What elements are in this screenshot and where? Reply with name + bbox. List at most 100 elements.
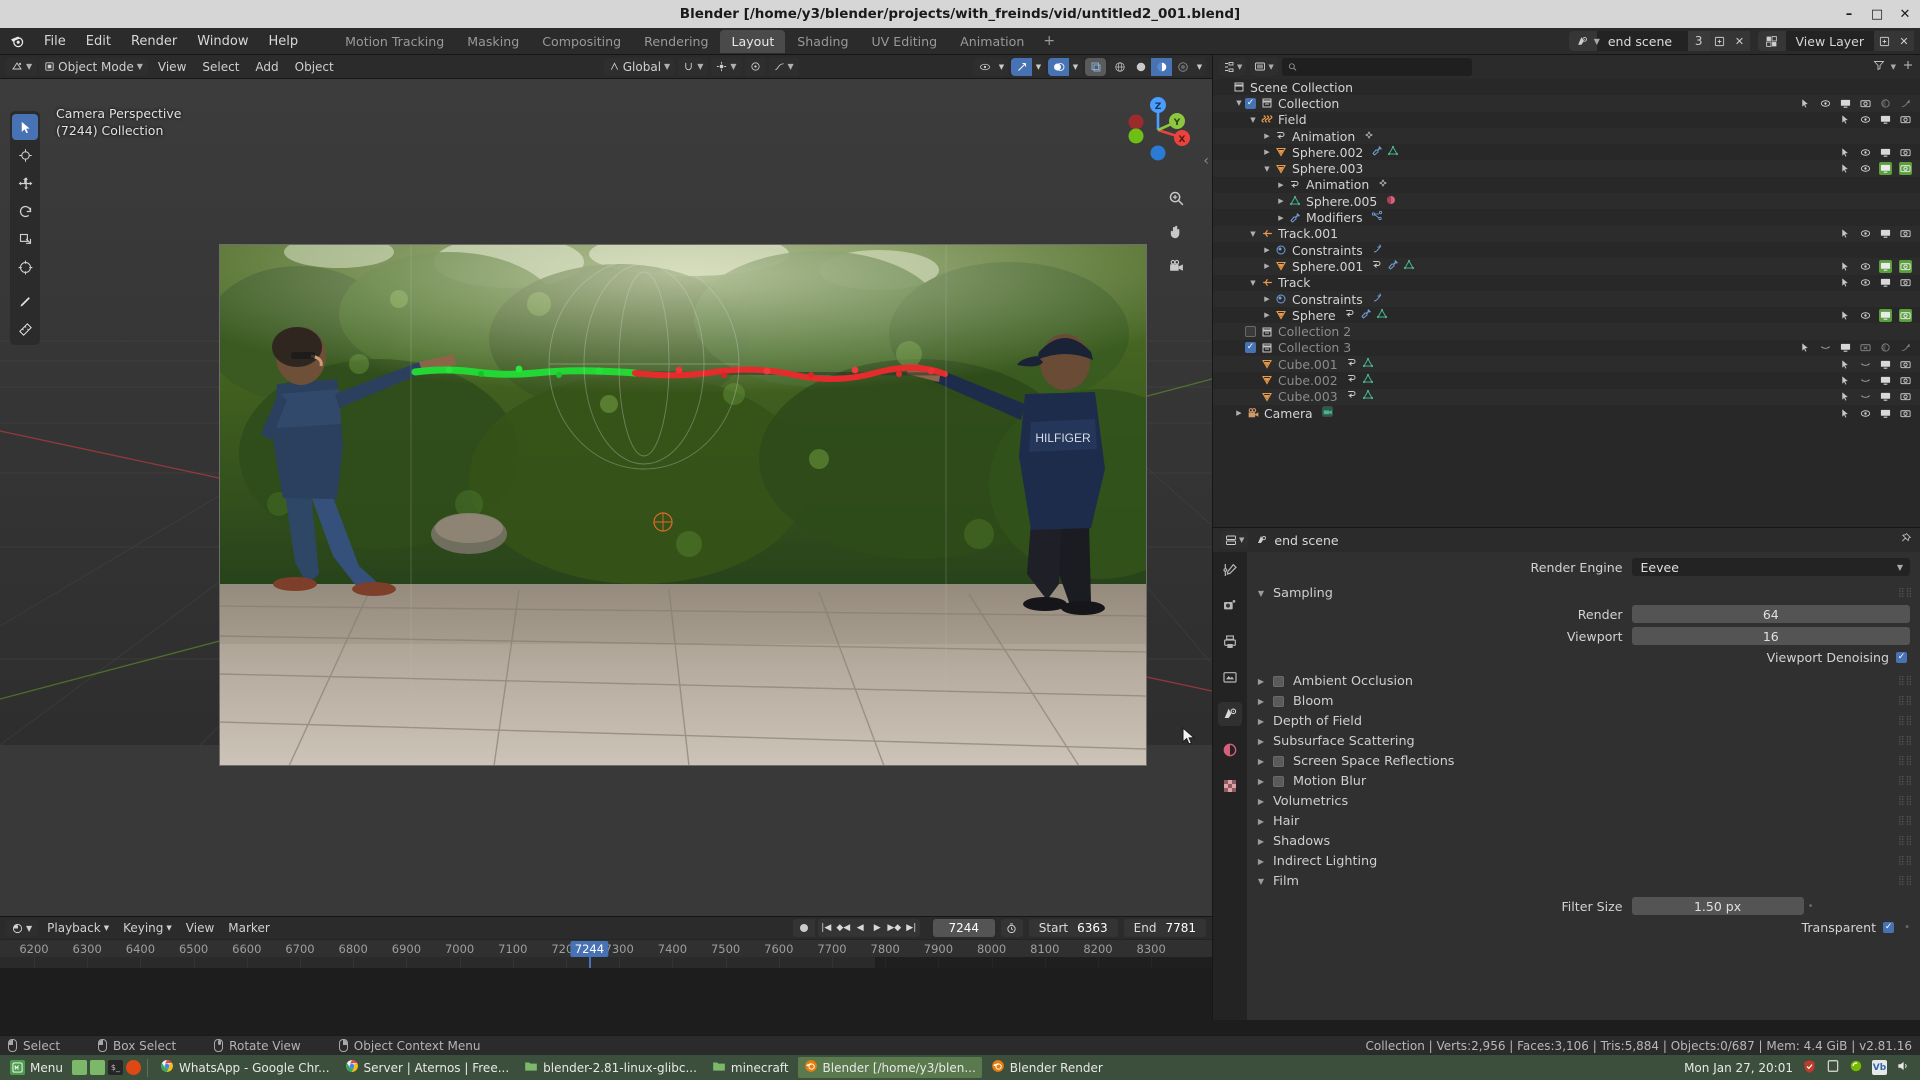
camera-data-icon[interactable] (1321, 405, 1334, 421)
timeline-ruler[interactable]: 6200 6300 6400 6500 6600 6700 6800 6900 7000 7100… (0, 939, 1212, 957)
delete-scene-button[interactable]: ✕ (1729, 31, 1750, 51)
volume-icon[interactable] (1896, 1059, 1910, 1076)
disclosure-triangle-icon[interactable]: ▼ (1247, 279, 1259, 287)
restrict-screen-icon[interactable] (1879, 374, 1892, 387)
disclosure-triangle-icon[interactable]: ▼ (1247, 230, 1259, 238)
maximize-button[interactable]: □ (1870, 7, 1884, 22)
panel-motion-blur[interactable]: ▶ Motion Blur ⣿⣿ (1247, 771, 1920, 791)
outliner-row[interactable]: ▶ Sphere.002 (1213, 144, 1920, 160)
outliner-row[interactable]: ▼ Sphere.003 (1213, 160, 1920, 177)
restrict-camera-icon[interactable] (1899, 113, 1912, 126)
restrict-screen-icon[interactable] (1879, 113, 1892, 126)
workspace-tab-motion-tracking[interactable]: Motion Tracking (334, 30, 455, 53)
mesh-data-icon[interactable] (1362, 373, 1374, 388)
wireframe-shading-icon[interactable] (1109, 58, 1130, 76)
clock-label[interactable]: Mon Jan 27, 20:01 (1684, 1061, 1793, 1075)
animation-icon[interactable] (1346, 357, 1358, 372)
cursor-tool[interactable] (12, 142, 38, 168)
restrict-camera-icon[interactable] (1899, 407, 1912, 420)
restrict-cursor-icon[interactable] (1839, 146, 1852, 159)
modifier-icon[interactable] (1360, 308, 1372, 323)
transform-tool[interactable] (12, 254, 38, 280)
prev-keyframe-button[interactable]: ◆◀ (835, 919, 852, 937)
files2-icon[interactable] (89, 1060, 105, 1075)
rotate-tool[interactable] (12, 198, 38, 224)
restrict-eye-icon[interactable] (1859, 407, 1872, 420)
restrict-camera-green-icon[interactable] (1899, 162, 1912, 176)
action-icon[interactable] (1377, 177, 1389, 192)
outliner-item-label[interactable]: Cube.001 (1278, 357, 1338, 372)
restrict-screen-green-icon[interactable] (1879, 162, 1892, 176)
outliner-item-label[interactable]: Sphere.003 (1292, 161, 1363, 176)
viewport-canvas[interactable]: HILFIGER Camera Perspective (7244) Colle… (0, 79, 1212, 968)
new-view-layer-button[interactable] (1874, 31, 1894, 51)
taskbar-window[interactable]: minecraft (706, 1057, 795, 1078)
restrict-holdout-off-icon[interactable] (1879, 341, 1892, 354)
render-tab[interactable] (1218, 594, 1242, 618)
restrict-cursor-icon[interactable] (1839, 358, 1852, 371)
pin-icon[interactable] (1899, 532, 1912, 549)
disclosure-triangle-icon[interactable]: ▶ (1255, 817, 1267, 826)
select-box-tool[interactable] (12, 114, 38, 140)
restrict-camera-icon[interactable] (1899, 374, 1912, 387)
disclosure-triangle-icon[interactable]: ▶ (1255, 737, 1267, 746)
workspace-tab-rendering[interactable]: Rendering (633, 30, 719, 53)
restrict-screen-icon[interactable] (1879, 146, 1892, 159)
ubuntu-icon[interactable] (125, 1060, 141, 1075)
play-button[interactable]: ▶ (869, 919, 886, 937)
editor-type-button[interactable]: ▼ (6, 57, 38, 76)
texture-tab[interactable] (1218, 774, 1242, 798)
panel-enable-checkbox[interactable] (1273, 675, 1284, 687)
restrict-eye-icon[interactable] (1859, 309, 1872, 322)
outliner-row[interactable]: Cube.003 (1213, 388, 1920, 405)
disclosure-triangle-icon[interactable]: ▼ (1261, 165, 1273, 173)
restrict-cursor-icon[interactable] (1839, 227, 1852, 240)
outliner-row[interactable]: Cube.002 (1213, 372, 1920, 388)
restrict-eye-closed-icon[interactable] (1859, 374, 1872, 387)
outliner-row[interactable]: ▼ Track (1213, 275, 1920, 291)
restrict-cursor-icon[interactable] (1839, 113, 1852, 126)
measure-tool[interactable] (12, 316, 38, 342)
workspace-tab-masking[interactable]: Masking (456, 30, 530, 53)
files-icon[interactable] (71, 1060, 87, 1075)
shield-icon[interactable] (1802, 1059, 1817, 1077)
disclosure-triangle-icon[interactable]: ▶ (1255, 857, 1267, 866)
pan-hand-icon[interactable] (1165, 221, 1187, 243)
outliner-row[interactable]: ▶ Constraints (1213, 242, 1920, 258)
constraint-sub-icon[interactable] (1371, 243, 1383, 258)
shading-dropdown-caret[interactable]: ▼ (1193, 58, 1206, 76)
minimize-button[interactable]: – (1842, 7, 1856, 22)
animation-icon[interactable] (1344, 308, 1356, 323)
material-icon[interactable] (1385, 194, 1397, 209)
outliner-item-label[interactable]: Collection 2 (1278, 324, 1351, 339)
disclosure-triangle-icon[interactable]: ▶ (1261, 295, 1273, 303)
taskbar-window[interactable]: Server | Aternos | Free... (339, 1057, 516, 1078)
filter-icon[interactable] (1873, 59, 1885, 75)
restrict-camera-icon[interactable] (1899, 227, 1912, 240)
restrict-eye-icon[interactable] (1819, 97, 1832, 110)
disclosure-triangle-icon[interactable]: ▼ (1247, 116, 1259, 124)
sidebar-collapse-arrow[interactable]: ‹ (1203, 153, 1209, 169)
panel-enable-checkbox[interactable] (1273, 755, 1284, 767)
timeline-track-area[interactable] (0, 957, 1212, 968)
restrict-indirect-off-icon[interactable] (1899, 341, 1912, 354)
restrict-cursor-icon[interactable] (1799, 341, 1812, 354)
outliner-row[interactable]: ▶ Sphere (1213, 307, 1920, 323)
outliner-item-label[interactable]: Track.001 (1278, 226, 1338, 241)
disclosure-triangle-icon[interactable]: ▶ (1255, 777, 1267, 786)
outliner-item-label[interactable]: Track (1278, 275, 1310, 290)
collection-checkbox[interactable] (1245, 342, 1256, 354)
animation-icon[interactable] (1371, 259, 1383, 274)
frame-range-fields[interactable]: Start 6363 (1028, 919, 1118, 937)
restrict-eye-icon[interactable] (1859, 227, 1872, 240)
jump-to-start-button[interactable]: |◀ (818, 919, 835, 937)
restrict-screen-icon[interactable] (1879, 407, 1892, 420)
disclosure-triangle-icon[interactable]: ▶ (1255, 697, 1267, 706)
restrict-holdout-off-icon[interactable] (1879, 97, 1892, 110)
disclosure-triangle-icon[interactable]: ▶ (1261, 246, 1273, 254)
panel-depth-of-field[interactable]: ▶ Depth of Field ⣿⣿ (1247, 711, 1920, 731)
timeline-menu-keying[interactable]: Keying ▼ (117, 920, 178, 937)
transform-orientation-dropdown[interactable]: Global ▼ (603, 57, 676, 76)
mesh-data-icon[interactable] (1362, 357, 1374, 372)
outliner-row[interactable]: ▶ Animation (1213, 127, 1920, 145)
